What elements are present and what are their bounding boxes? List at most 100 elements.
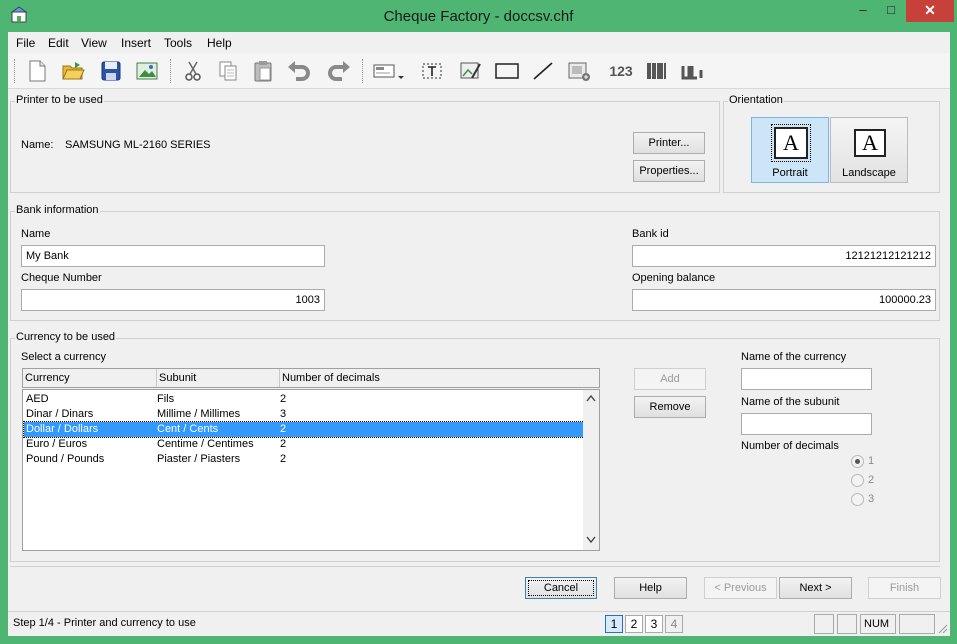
toolbar: 123 [8,53,950,89]
table-row[interactable]: Pound / Pounds Piaster / Piasters 2 [24,452,584,467]
line-icon[interactable] [530,59,556,83]
row-decimals: 3 [280,408,287,420]
cheque-icon[interactable] [372,59,398,83]
step-2-indicator: 2 [625,615,643,633]
remove-button[interactable]: Remove [634,396,706,418]
help-button[interactable]: Help [614,577,687,599]
currency-name-field[interactable] [741,368,872,390]
subunit-name-field[interactable] [741,413,872,435]
menu-view[interactable]: View [81,36,107,50]
menu-file[interactable]: File [16,36,35,50]
menu-help[interactable]: Help [207,36,232,50]
close-button[interactable]: ✕ [906,0,954,22]
currency-list[interactable]: AED Fils 2 Dinar / Dinars Millime / Mill… [22,389,600,551]
bank-name-field[interactable]: My Bank [21,245,325,267]
image-icon[interactable] [134,59,160,83]
cheque-number-label: Cheque Number [21,272,102,284]
image-edit-icon[interactable] [458,59,484,83]
scroll-down-icon[interactable] [583,534,599,550]
orientation-legend: Orientation [728,94,784,106]
orientation-group: Orientation A Portrait A Landscape [723,94,940,193]
maximize-button[interactable]: □ [876,0,906,22]
previous-button[interactable]: < Previous [704,577,777,599]
row-decimals: 2 [280,423,287,435]
chevron-down-icon[interactable] [396,59,406,83]
toolbar-separator [14,59,15,83]
step-1-indicator: 1 [605,615,623,633]
printer-name-value: SAMSUNG ML-2160 SERIES [65,139,211,151]
column-header-decimals[interactable]: Number of decimals [280,369,599,387]
bank-id-field[interactable]: 12121212121212 [632,245,936,267]
status-text: Step 1/4 - Printer and currency to use [13,617,196,629]
numbers-icon[interactable]: 123 [604,59,638,83]
decimals-label: Number of decimals [741,440,839,452]
new-document-icon[interactable] [24,59,50,83]
scroll-up-icon[interactable] [583,392,599,408]
row-currency: AED [26,393,49,405]
list-scrollbar[interactable] [583,390,599,550]
table-row[interactable]: Dinar / Dinars Millime / Millimes 3 [24,407,584,422]
currency-legend: Currency to be used [15,331,117,343]
decimals-radio-3[interactable] [851,493,864,506]
printer-name-label: Name: [21,139,54,151]
decimals-radio-2[interactable] [851,474,864,487]
landscape-option[interactable]: A Landscape [830,117,908,183]
finish-button[interactable]: Finish [868,577,941,599]
copy-icon[interactable] [215,59,241,83]
menu-edit[interactable]: Edit [48,36,69,50]
undo-icon[interactable] [286,59,312,83]
text-frame-icon[interactable] [420,59,446,83]
micr-font-icon[interactable] [680,59,706,83]
status-bar: Step 1/4 - Printer and currency to use 1… [8,611,950,636]
printer-group: Printer to be used Name: SAMSUNG ML-2160… [10,94,720,193]
open-folder-icon[interactable] [60,59,86,83]
nav-divider [10,566,940,567]
window-title: Cheque Factory - doccsv.chf [383,8,574,25]
paste-icon[interactable] [250,59,276,83]
bank-legend: Bank information [15,204,100,216]
row-subunit: Piaster / Piasters [157,453,241,465]
properties-button[interactable]: Properties... [633,160,705,182]
toolbar-separator [170,59,171,83]
bank-id-label: Bank id [632,228,669,240]
currency-name-label: Name of the currency [741,351,847,363]
add-button[interactable]: Add [634,368,706,390]
row-subunit: Centime / Centimes [157,438,254,450]
table-row-selected[interactable]: Dollar / Dollars Cent / Cents 2 [23,421,585,438]
cut-icon[interactable] [180,59,206,83]
opening-balance-field[interactable]: 100000.23 [632,289,936,311]
rectangle-icon[interactable] [494,59,520,83]
select-currency-label: Select a currency [21,351,106,363]
currency-list-header: Currency Subunit Number of decimals [22,368,600,388]
barcode-icon[interactable] [644,59,670,83]
cancel-button[interactable]: Cancel [525,577,597,599]
decimals-radio-2-label: 2 [868,474,875,486]
menu-insert[interactable]: Insert [121,36,151,50]
column-header-currency[interactable]: Currency [23,369,157,387]
row-subunit: Cent / Cents [157,423,219,435]
bank-name-label: Name [21,228,51,240]
status-panel-empty [899,614,935,634]
row-decimals: 2 [280,453,287,465]
next-button[interactable]: Next > [779,577,852,599]
minimize-button[interactable]: – [848,0,878,22]
table-row[interactable]: Euro / Euros Centime / Centimes 2 [24,437,584,452]
column-header-subunit[interactable]: Subunit [157,369,280,387]
decimals-radio-1[interactable] [851,455,864,468]
printer-button[interactable]: Printer... [633,132,705,154]
toolbar-separator [362,59,363,83]
menu-tools[interactable]: Tools [164,36,192,50]
cheque-number-field[interactable]: 1003 [21,289,325,311]
step-4-indicator: 4 [665,615,683,633]
portrait-page-icon: A [771,124,811,162]
row-subunit: Fils [157,393,175,405]
subunit-name-label: Name of the subunit [741,396,840,408]
resize-grip-icon[interactable] [936,622,948,634]
table-row[interactable]: AED Fils 2 [24,392,584,407]
landscape-page-icon: A [854,129,886,157]
redo-icon[interactable] [326,59,352,83]
portrait-option[interactable]: A Portrait [751,117,829,183]
menu-bar: File Edit View Insert Tools Help [8,33,950,53]
save-icon[interactable] [98,59,124,83]
add-image-icon[interactable] [566,59,592,83]
